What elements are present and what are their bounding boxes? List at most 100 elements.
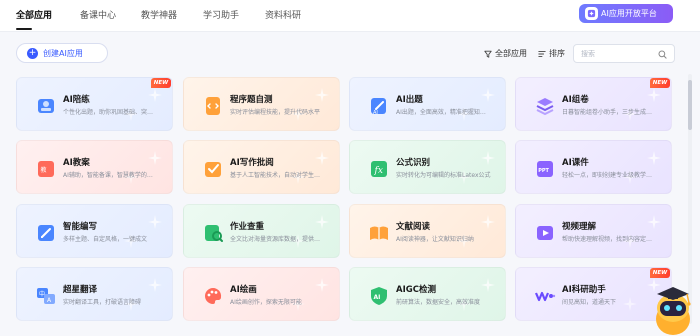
app-card[interactable]: fx 公式识别实时转化为可编辑的标准Latex公式 [349,140,506,194]
sparkle-decoration-icon [315,87,329,106]
sort-icon [538,50,546,57]
app-card[interactable]: 智能编写多样主题、自定风格，一键成文 [16,204,173,258]
create-ai-app-button[interactable]: + 创建AI应用 [16,43,108,63]
active-tab-indicator [16,28,32,30]
sparkle-decoration-icon [481,214,495,233]
filter-all-apps[interactable]: 全部应用 [484,48,527,59]
new-badge: NEW [151,78,171,88]
robot-mascot-icon[interactable] [649,279,697,336]
app-card[interactable]: 程序题自测实时评估编程技能，提升代码水平 [183,77,340,131]
lesson-plan-icon: 教 [35,158,57,180]
sparkle-decoration-icon [481,87,495,106]
pen-document-icon: AI [368,95,390,117]
app-card-description: 前研算法，数据安全，高效准度 [396,299,481,306]
sparkle-decoration-icon [647,214,661,233]
svg-text:中: 中 [39,290,45,298]
app-card[interactable]: AI组卷日暮智能组卷小助手，三步生成… NEW [515,77,672,131]
app-card-description: 轻松一点，即刻创建专业级教学… [562,172,653,179]
app-card[interactable]: AI陪练个性化出题，助你巩固基础、突… NEW [16,77,173,131]
palette-icon [202,285,224,307]
app-card[interactable]: 教 AI教案 AI辅助，智能备课，智慧教学的… [16,140,173,194]
app-card-description: AI辅助，智能备课，智慧教学的… [63,172,153,179]
svg-text:fx: fx [374,166,383,176]
tab-teaching-tools[interactable]: 教学神器 [141,8,177,21]
app-card-description: AI阅读神器，让文献知识归纳 [396,236,474,243]
svg-text:AI: AI [373,110,378,116]
filter-icon [484,50,492,58]
tab-study-assistant[interactable]: 学习助手 [203,8,239,21]
svg-text:教: 教 [41,166,47,174]
tab-all-apps[interactable]: 全部应用 [16,8,52,21]
sparkle-decoration-icon [148,87,162,106]
sparkle-decoration-icon [315,150,329,169]
sparkle-chip-icon [585,7,598,20]
app-card-title: 智能编写 [63,222,98,232]
sparkle-decoration-icon [148,277,162,296]
open-platform-label: AI应用开放平台 [601,9,657,18]
app-card-title: 超星翻译 [63,285,98,295]
svg-text:PPT: PPT [538,168,549,174]
sort-label: 排序 [549,49,565,58]
app-card-description: 实时翻译工具，打破语言障碍 [63,299,142,306]
app-card[interactable]: AI AIGC检测前研算法，数据安全，高效准度 [349,267,506,321]
app-card-title: AIGC检测 [396,285,436,295]
app-card-title: AI出题 [396,95,423,105]
app-card[interactable]: 作业查重全文比对海量资源库数据，提供… [183,204,340,258]
app-card-description: AI出题，全面高效，精准把握知… [396,109,486,116]
sparkle-decoration-icon [315,214,329,233]
create-ai-app-label: 创建AI应用 [43,48,83,58]
app-card-title: AI科研助手 [562,285,606,295]
app-card-description: 多样主题、自定风格，一键成文 [63,236,148,243]
app-card-description: AI绘画创作，探索无限可能 [230,299,302,306]
sparkle-decoration-icon [647,150,661,169]
plagiarism-check-icon [202,222,224,244]
reading-person-icon [35,95,57,117]
app-card-title: AI教案 [63,158,90,168]
sort-control[interactable]: 排序 [538,48,565,59]
new-badge: NEW [650,268,670,278]
plus-icon: + [27,48,38,59]
formula-icon: fx [368,158,390,180]
app-card-title: AI绘画 [230,285,257,295]
sparkle-decoration-icon [481,277,495,296]
app-card-title: AI组卷 [562,95,589,105]
scrollbar-thumb[interactable] [688,80,692,130]
app-card-description: 帮助快速理解视频，找到内容定… [562,236,653,243]
app-card[interactable]: AI绘画 AI绘画创作，探索无限可能 [183,267,340,321]
writing-review-icon [202,158,224,180]
aigc-shield-icon: AI [368,285,390,307]
app-card-description: 全文比对海量资源库数据，提供… [230,236,321,243]
app-card-title: 程序题自测 [230,95,273,105]
filter-label: 全部应用 [495,49,527,58]
sparkle-decoration-icon [148,214,162,233]
app-card[interactable]: AI AI出题 AI出题，全面高效，精准把握知… [349,77,506,131]
translate-icon: 中A [35,285,57,307]
app-card[interactable]: 中 A 超星翻译实时翻译工具，打破语言障碍 [16,267,173,321]
layers-icon [534,95,556,117]
ppt-icon: PPT [534,158,556,180]
app-card-title: 作业查重 [230,222,265,232]
search-icon[interactable] [658,50,667,59]
app-card[interactable]: AI写作批阅 基于人工智能技术，自动对学生… [183,140,340,194]
open-platform-button[interactable]: AI应用开放平台 [579,4,673,23]
sparkle-decoration-icon [647,87,661,106]
app-card-title: AI写作批阅 [230,158,274,168]
app-card-description: 日暮智能组卷小助手，三步生成… [562,109,653,116]
tab-research-materials[interactable]: 资料科研 [265,8,301,21]
app-card[interactable]: PPT AI课件 轻松一点，即刻创建专业级教学… [515,140,672,194]
app-card-description: 实时转化为可编辑的标准Latex公式 [396,172,491,179]
search-input[interactable] [581,48,651,60]
tab-lesson-prep[interactable]: 备课中心 [80,8,116,21]
app-card-description: 个性化出题，助你巩固基础、突… [63,109,154,116]
app-root: 全部应用 备课中心 教学神器 学习助手 资料科研 AI应用开放平台 + 创建AI… [0,0,700,336]
sparkle-decoration-icon [481,150,495,169]
app-card[interactable]: 文献阅读 AI阅读神器，让文献知识归纳 [349,204,506,258]
video-play-icon [534,222,556,244]
app-card-title: 公式识别 [396,158,431,168]
new-badge: NEW [650,78,670,88]
app-card-title: AI陪练 [63,95,90,105]
app-card-description: 实时评估编程技能，提升代码水平 [230,109,321,116]
app-card-title: 视频理解 [562,222,597,232]
app-card-title: 文献阅读 [396,222,431,232]
app-card[interactable]: 视频理解帮助快速理解视频，找到内容定… [515,204,672,258]
